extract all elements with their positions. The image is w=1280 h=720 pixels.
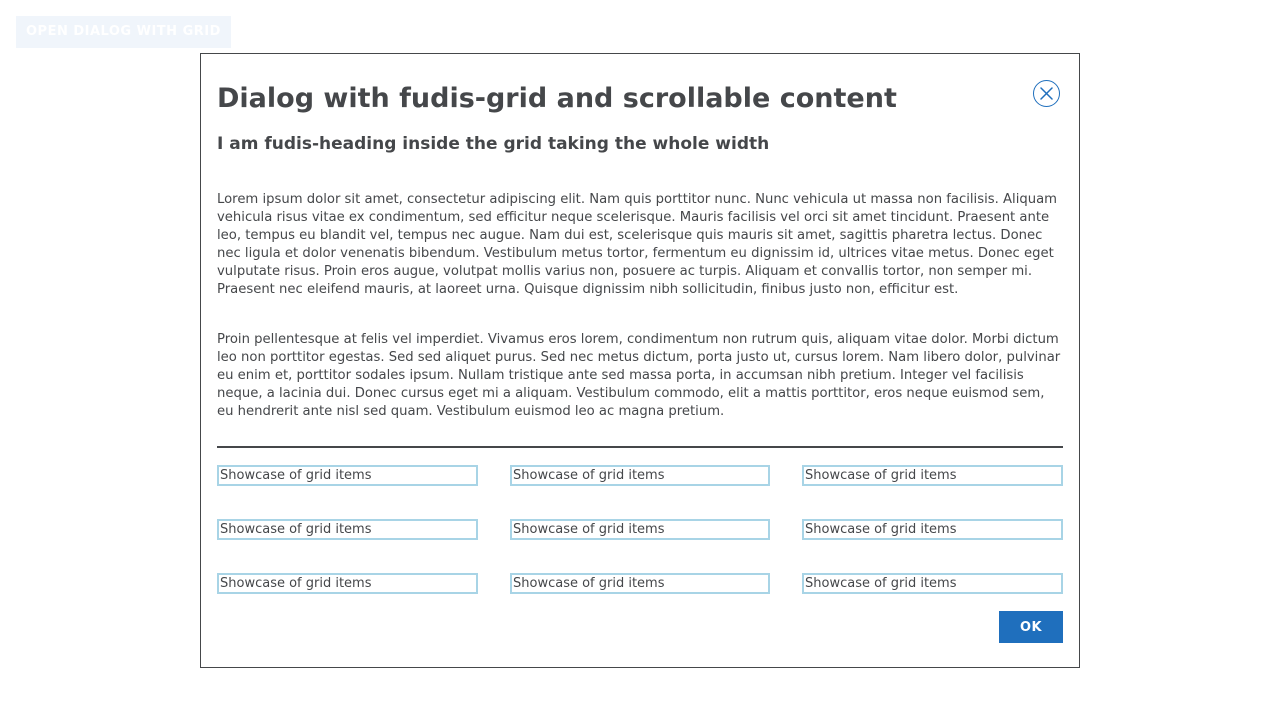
grid-item: Showcase of grid items [802, 573, 1063, 594]
grid-heading: I am fudis-heading inside the grid takin… [217, 134, 770, 154]
grid-item: Showcase of grid items [510, 465, 770, 486]
dialog: Dialog with fudis-grid and scrollable co… [200, 53, 1080, 668]
close-dialog-button[interactable] [1033, 80, 1060, 107]
open-dialog-with-grid-button[interactable]: OPEN DIALOG WITH GRID [16, 16, 231, 48]
divider [217, 446, 1063, 448]
body-paragraph: Lorem ipsum dolor sit amet, consectetur … [217, 192, 1058, 297]
grid-item: Showcase of grid items [802, 519, 1063, 540]
close-icon [1040, 87, 1053, 100]
grid-item: Showcase of grid items [217, 573, 478, 594]
grid-item: Showcase of grid items [510, 573, 770, 594]
dialog-title: Dialog with fudis-grid and scrollable co… [217, 83, 897, 114]
body-paragraph: Proin pellentesque at felis vel imperdie… [217, 332, 1061, 419]
grid-item: Showcase of grid items [217, 519, 478, 540]
ok-button[interactable]: OK [999, 611, 1063, 643]
grid-item: Showcase of grid items [802, 465, 1063, 486]
grid-item: Showcase of grid items [217, 465, 478, 486]
grid-item: Showcase of grid items [510, 519, 770, 540]
grid-items-container: Showcase of grid items Showcase of grid … [217, 465, 1063, 594]
